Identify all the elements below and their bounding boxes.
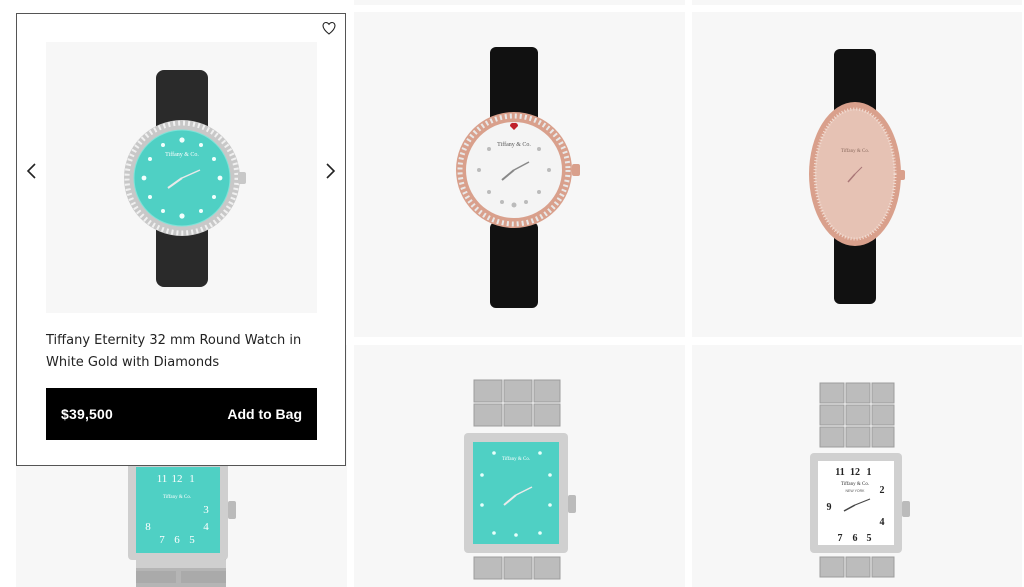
watch-image: 11 12 1 2 4 5 6 7 9 Tiffany & Co. NEW YO… — [810, 382, 910, 578]
svg-text:9: 9 — [827, 502, 832, 513]
product-tile-oval-pave[interactable]: Tiffany & Co. — [692, 12, 1022, 337]
featured-product-card[interactable]: Tiffany & Co. Tiffany Eternity 32 mm Rou… — [16, 13, 346, 466]
svg-text:Tiffany & Co.: Tiffany & Co. — [497, 141, 531, 148]
svg-text:7: 7 — [838, 533, 843, 544]
watch-image: Tiffany & Co. — [124, 70, 246, 287]
svg-text:6: 6 — [853, 533, 858, 544]
product-tile-round-rose-gold[interactable]: Tiffany & Co. — [354, 12, 685, 337]
svg-text:2: 2 — [880, 485, 885, 496]
svg-text:1: 1 — [189, 473, 195, 485]
watch-image: Tiffany & Co. — [809, 49, 905, 304]
svg-text:4: 4 — [203, 521, 209, 533]
dial-brand-text: Tiffany & Co. — [165, 151, 199, 158]
watch-image: Tiffany & Co. — [464, 379, 576, 580]
svg-text:12: 12 — [172, 473, 183, 485]
add-to-bag-button[interactable]: $39,500 Add to Bag — [46, 388, 317, 440]
product-image[interactable]: Tiffany & Co. — [46, 42, 317, 313]
dial-brand-text: Tiffany & Co. — [841, 149, 869, 154]
product-title[interactable]: Tiffany Eternity 32 mm Round Watch in Wh… — [46, 330, 314, 374]
svg-text:4: 4 — [880, 517, 885, 528]
dial-brand-text: Tiffany & Co. — [497, 141, 531, 148]
svg-text:Tiffany & Co.: Tiffany & Co. — [841, 149, 869, 154]
add-to-bag-label: Add to Bag — [227, 406, 302, 422]
chevron-left-icon[interactable] — [23, 160, 41, 182]
heart-icon[interactable] — [321, 20, 337, 36]
svg-text:8: 8 — [145, 521, 151, 533]
watch-image: Tiffany & Co. — [456, 47, 580, 308]
product-tile-square-steel-white[interactable]: 11 12 1 2 4 5 6 7 9 Tiffany & Co. NEW YO… — [692, 345, 1022, 587]
svg-text:5: 5 — [867, 533, 872, 544]
product-tile-square-steel-blue-diamonds[interactable]: Tiffany & Co. — [354, 345, 685, 587]
svg-text:11: 11 — [835, 467, 844, 478]
tile-top-strip — [354, 0, 685, 5]
svg-text:1: 1 — [867, 467, 872, 478]
svg-text:Tiffany & Co.: Tiffany & Co. — [502, 457, 530, 462]
svg-text:11: 11 — [157, 473, 168, 485]
svg-text:Tiffany & Co.: Tiffany & Co. — [163, 495, 191, 500]
tile-top-strip — [692, 0, 1022, 5]
product-price: $39,500 — [61, 406, 114, 422]
svg-text:Tiffany & Co.: Tiffany & Co. — [841, 482, 869, 487]
svg-text:3: 3 — [203, 504, 209, 516]
svg-text:NEW YORK: NEW YORK — [846, 489, 866, 493]
svg-text:6: 6 — [174, 534, 180, 546]
chevron-right-icon[interactable] — [321, 160, 339, 182]
svg-text:5: 5 — [189, 534, 195, 546]
svg-text:7: 7 — [159, 534, 165, 546]
svg-text:12: 12 — [850, 467, 860, 478]
